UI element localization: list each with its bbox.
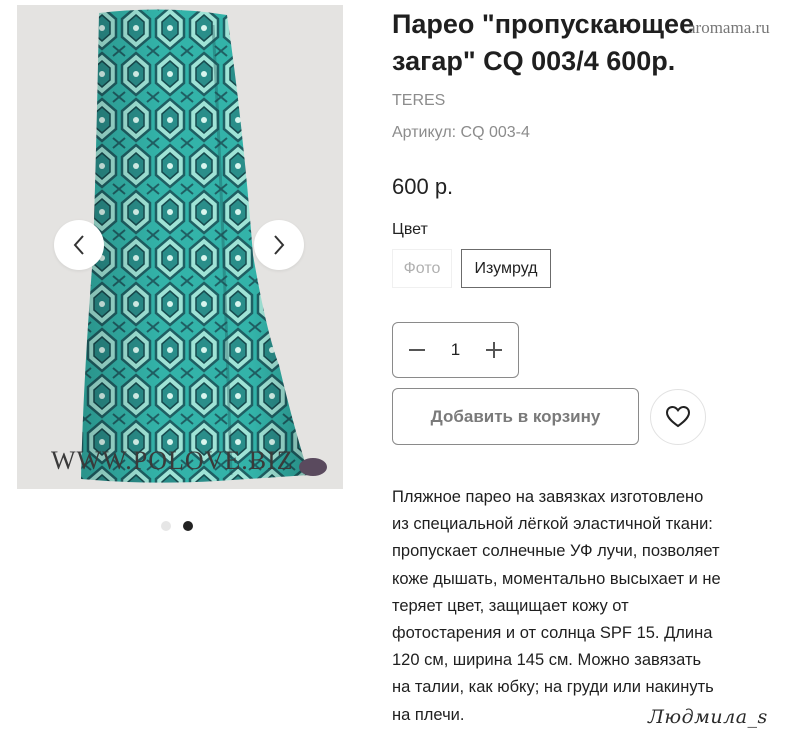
product-description: Пляжное парео на завязках изготовлено из… bbox=[392, 488, 721, 724]
wishlist-button[interactable] bbox=[650, 389, 706, 445]
chevron-right-icon bbox=[274, 235, 285, 255]
product-price: 600 р. bbox=[392, 174, 454, 199]
product-gallery: WWW.POLOVE.BIZ bbox=[0, 0, 360, 748]
gallery-pagination bbox=[161, 521, 193, 531]
minus-icon bbox=[409, 349, 425, 351]
photo-watermark: WWW.POLOVE.BIZ bbox=[51, 446, 294, 475]
color-option-emerald[interactable]: Изумруд bbox=[461, 249, 551, 288]
chevron-left-icon bbox=[73, 235, 84, 255]
color-option-photo[interactable]: Фото bbox=[392, 249, 452, 288]
heart-icon bbox=[665, 405, 691, 428]
color-label: Цвет bbox=[392, 221, 428, 238]
decrement-button[interactable] bbox=[407, 340, 427, 360]
brand-name: TERES bbox=[392, 92, 446, 109]
product-sku: Артикул: CQ 003-4 bbox=[392, 124, 530, 141]
corner-watermark: aromama.ru bbox=[688, 18, 770, 37]
quantity-stepper bbox=[392, 322, 519, 378]
signature-watermark: Людмила_s bbox=[648, 706, 768, 728]
plus-icon bbox=[493, 342, 495, 358]
quantity-input[interactable] bbox=[435, 340, 476, 360]
add-to-cart-button[interactable]: Добавить в корзину bbox=[392, 388, 639, 445]
gallery-dot-1[interactable] bbox=[161, 521, 171, 531]
gallery-dot-2[interactable] bbox=[183, 521, 193, 531]
page-title: Парео "пропускающее загар" CQ 003/4 600р… bbox=[392, 9, 695, 76]
gallery-next-button[interactable] bbox=[254, 220, 304, 270]
gallery-prev-button[interactable] bbox=[54, 220, 104, 270]
increment-button[interactable] bbox=[484, 340, 504, 360]
